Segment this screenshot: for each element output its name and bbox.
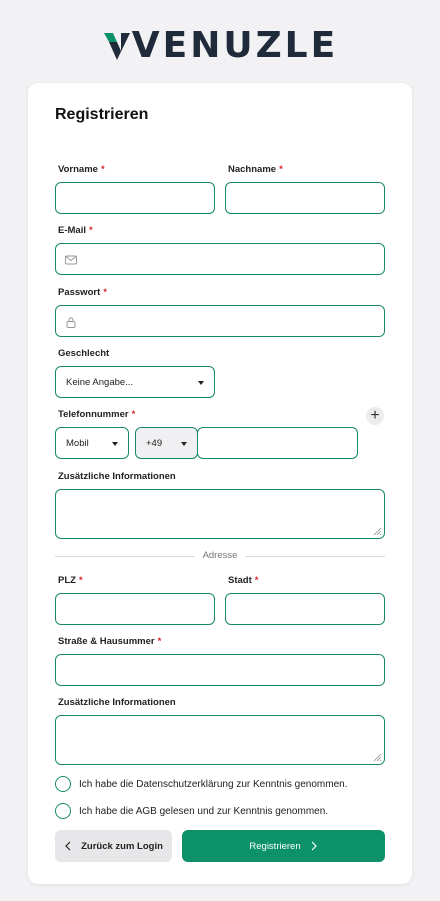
- caret-down-icon: [112, 442, 118, 446]
- agb-checkbox[interactable]: [55, 803, 71, 819]
- register-button[interactable]: Registrieren: [182, 830, 385, 862]
- password-label: Passwort *: [58, 287, 107, 298]
- address-additional-info-field[interactable]: [55, 715, 385, 765]
- registration-card: Registrieren Vorname * Nachname * E-Mail * …: [28, 83, 412, 884]
- required-marker: *: [100, 164, 105, 175]
- required-marker: *: [131, 409, 136, 420]
- street-field[interactable]: [55, 654, 385, 686]
- phone-number-field[interactable]: [197, 427, 358, 459]
- stadt-input[interactable]: [226, 594, 384, 624]
- page-title: Registrieren: [55, 106, 149, 123]
- required-marker: *: [254, 575, 259, 586]
- email-label: E-Mail *: [58, 225, 93, 236]
- password-input[interactable]: [56, 306, 384, 336]
- address-divider-label: Adresse: [202, 550, 238, 561]
- email-field[interactable]: [55, 243, 385, 275]
- address-divider: Adresse: [55, 550, 385, 561]
- phone-prefix-select[interactable]: +49: [135, 427, 198, 459]
- privacy-checkbox[interactable]: [55, 776, 71, 792]
- phone-number-input[interactable]: [198, 428, 357, 458]
- vorname-field[interactable]: [55, 182, 215, 214]
- additional-info-label: Zusätzliche Informationen: [58, 471, 176, 482]
- nachname-input[interactable]: [226, 183, 384, 213]
- gender-select[interactable]: Keine Angabe...: [55, 366, 215, 398]
- caret-down-icon: [198, 381, 204, 385]
- vorname-label: Vorname *: [58, 164, 105, 175]
- chevron-left-icon: [65, 841, 71, 851]
- plz-field[interactable]: [55, 593, 215, 625]
- back-to-login-label: Zurück zum Login: [81, 840, 163, 852]
- chevron-right-icon: [311, 841, 317, 851]
- logo-text: VENUZLE: [131, 25, 339, 66]
- phone-type-value: Mobil: [66, 437, 89, 449]
- plz-input[interactable]: [56, 594, 214, 624]
- phone-prefix-value: +49: [146, 437, 163, 449]
- resize-grip-icon[interactable]: [373, 753, 382, 762]
- street-input[interactable]: [56, 655, 384, 685]
- agb-consent-row[interactable]: Ich habe die AGB gelesen und zur Kenntni…: [55, 803, 328, 819]
- additional-info-textarea[interactable]: [56, 490, 384, 538]
- street-label: Straße & Hausummer *: [58, 636, 162, 647]
- envelope-icon: [65, 255, 77, 265]
- venuzle-logo: VENUZLE: [0, 26, 440, 66]
- address-additional-info-textarea[interactable]: [56, 716, 384, 764]
- required-marker: *: [78, 575, 83, 586]
- caret-down-icon: [181, 442, 187, 446]
- plus-icon: +: [370, 407, 380, 424]
- lock-icon: [66, 317, 76, 328]
- logo-v-mark-icon: [103, 33, 130, 60]
- gender-label: Geschlecht: [58, 348, 110, 359]
- resize-grip-icon[interactable]: [373, 527, 382, 536]
- additional-info-field[interactable]: [55, 489, 385, 539]
- required-marker: *: [157, 636, 162, 647]
- plz-label: PLZ *: [58, 575, 83, 586]
- back-to-login-button[interactable]: Zurück zum Login: [55, 830, 172, 862]
- required-marker: *: [103, 287, 107, 298]
- add-phone-button[interactable]: +: [366, 407, 384, 425]
- phone-type-select[interactable]: Mobil: [55, 427, 129, 459]
- gender-selected-value: Keine Angabe...: [66, 376, 134, 388]
- privacy-checkbox-label: Ich habe die Datenschutzerklärung zur Ke…: [79, 778, 348, 790]
- nachname-field[interactable]: [225, 182, 385, 214]
- address-additional-info-label: Zusätzliche Informationen: [58, 697, 176, 708]
- required-marker: *: [88, 225, 93, 236]
- password-field[interactable]: [55, 305, 385, 337]
- email-input[interactable]: [56, 244, 384, 274]
- nachname-label: Nachname *: [228, 164, 283, 175]
- phone-label: Telefonnummer *: [58, 409, 136, 420]
- register-button-label: Registrieren: [249, 840, 301, 852]
- privacy-consent-row[interactable]: Ich habe die Datenschutzerklärung zur Ke…: [55, 776, 348, 792]
- agb-checkbox-label: Ich habe die AGB gelesen und zur Kenntni…: [79, 805, 329, 817]
- required-marker: *: [279, 164, 283, 175]
- stadt-field[interactable]: [225, 593, 385, 625]
- vorname-input[interactable]: [56, 183, 214, 213]
- stadt-label: Stadt *: [228, 575, 259, 586]
